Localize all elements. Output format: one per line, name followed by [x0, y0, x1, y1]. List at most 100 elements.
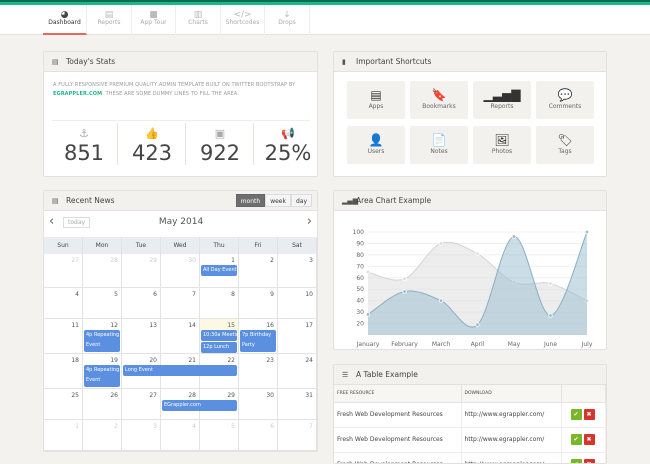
day-cell[interactable]: 29: [122, 254, 161, 288]
day-cell[interactable]: 2: [83, 420, 122, 451]
day-cell[interactable]: 6: [239, 420, 278, 451]
shortcut-users[interactable]: 👤 Users: [347, 126, 405, 164]
view-day-button[interactable]: day: [290, 194, 312, 207]
stat-item: ▣ 922: [188, 121, 252, 169]
resource-cell: Fresh Web Development Resources: [334, 452, 462, 463]
tab-app-tour[interactable]: ■ App Tour: [132, 5, 176, 35]
egrappler-link[interactable]: EGRAPPLER.COM: [53, 91, 102, 97]
data-point: [402, 276, 407, 282]
calendar-event[interactable]: Long Event: [123, 365, 237, 376]
day-cell[interactable]: 5: [83, 288, 122, 319]
shortcut-reports[interactable]: ▁▃▅▇ Reports: [473, 81, 531, 119]
day-cell[interactable]: 27: [44, 254, 83, 288]
day-cell[interactable]: 4: [161, 420, 200, 451]
shortcut-apps[interactable]: ▤ Apps: [347, 81, 405, 119]
delete-button[interactable]: ✖: [583, 434, 595, 445]
day-header: Thu: [200, 237, 239, 254]
day-cell[interactable]: 10: [278, 288, 317, 319]
view-week-button[interactable]: week: [265, 194, 291, 207]
day-cell[interactable]: 4: [44, 288, 83, 319]
day-cell[interactable]: 3: [278, 254, 317, 288]
arrow-down-icon: ↓: [283, 10, 291, 20]
approve-button[interactable]: ✔: [570, 409, 582, 420]
user-icon: 👤: [368, 133, 384, 147]
tab-drops[interactable]: ↓ Drops: [266, 5, 310, 35]
dashboard-icon: ◕: [60, 10, 69, 20]
shortcut-notes[interactable]: 📄 Notes: [410, 126, 468, 164]
calendar-header: ▤ Recent News month week day: [44, 191, 317, 211]
stats-title: Today's Stats: [66, 57, 116, 66]
tab-shortcodes[interactable]: </> Shortcodes: [221, 5, 265, 35]
shortcut-comments[interactable]: 💬 Comments: [536, 81, 594, 119]
day-cell[interactable]: 24: [278, 354, 317, 389]
day-cell[interactable]: 17: [278, 319, 317, 354]
day-cell[interactable]: 25: [44, 389, 83, 420]
download-cell: http://www.egrappler.com/: [461, 427, 562, 453]
calendar-event[interactable]: 12p Lunch: [201, 342, 237, 353]
divider: [185, 123, 186, 165]
day-cell[interactable]: 23: [239, 354, 278, 389]
calendar-event[interactable]: EGrappler.com: [162, 400, 237, 411]
day-cell[interactable]: 2: [239, 254, 278, 288]
shortcut-photos[interactable]: 🖼 Photos: [473, 126, 531, 164]
day-cell[interactable]: 7: [161, 288, 200, 319]
shortcut-label: Bookmarks: [422, 103, 456, 110]
stats-panel: ▤ Today's Stats A FULLY RESPONSIVE PREMIU…: [43, 51, 318, 177]
day-cell[interactable]: 9: [239, 288, 278, 319]
tab-reports[interactable]: ▤ Reports: [88, 5, 132, 35]
next-month-button[interactable]: ›: [307, 214, 312, 229]
shortcuts-header: ▮ Important Shortcuts: [334, 52, 606, 72]
list-icon: ▤: [52, 58, 59, 66]
resource-cell: Fresh Web Development Resources: [334, 427, 462, 453]
calendar-event[interactable]: 4p Repeating Event: [84, 330, 120, 352]
shortcut-label: Notes: [430, 148, 448, 155]
tab-label: Shortcodes: [225, 19, 260, 26]
day-cell[interactable]: 11: [44, 319, 83, 354]
chart-panel: ▂▄▆Area Chart Example 100 90 80 70 60 50 40 30 2…: [333, 190, 607, 350]
day-cell[interactable]: 7: [278, 420, 317, 451]
day-cell[interactable]: 31: [278, 389, 317, 420]
tab-dashboard[interactable]: ◕ Dashboard: [43, 5, 87, 35]
day-cell[interactable]: 26: [83, 389, 122, 420]
calendar-month-title: May 2014: [158, 217, 204, 227]
calendar-event[interactable]: All Day Event: [201, 265, 237, 276]
actions-cell: ✔✖: [561, 402, 606, 428]
day-cell[interactable]: 30: [239, 389, 278, 420]
approve-button[interactable]: ✔: [570, 434, 582, 445]
delete-button[interactable]: ✖: [583, 409, 595, 420]
data-point: [548, 281, 553, 286]
stat-item: 👍 423: [120, 121, 184, 169]
calendar-event[interactable]: 10:30a Meeting: [201, 330, 237, 341]
table-panel: ☰ A Table Example FREE RESOURCE DOWNLOAD …: [333, 364, 607, 464]
download-cell: http://www.egrappler.com/: [461, 402, 562, 428]
signal-icon: ▂▄▆: [342, 197, 359, 205]
data-point: [475, 251, 480, 256]
shortcut-label: Apps: [368, 103, 384, 110]
tab-charts[interactable]: ▥ Charts: [177, 5, 221, 35]
calendar-icon: ▤: [52, 197, 59, 205]
resource-cell: Fresh Web Development Resources: [334, 402, 462, 428]
day-cell[interactable]: 28: [83, 254, 122, 288]
day-cell[interactable]: 5: [200, 420, 239, 451]
day-cell[interactable]: 30: [161, 254, 200, 288]
day-cell[interactable]: 13: [122, 319, 161, 354]
shortcut-bookmarks[interactable]: 🔖 Bookmarks: [410, 81, 468, 119]
day-header: Tue: [122, 237, 161, 254]
table-header: ☰ A Table Example: [334, 365, 606, 385]
day-cell[interactable]: 18: [44, 354, 83, 389]
day-cell[interactable]: 27: [122, 389, 161, 420]
day-cell[interactable]: 14: [161, 319, 200, 354]
calendar-event[interactable]: 4p Repeating Event: [84, 365, 120, 387]
stats-intro: A FULLY RESPONSIVE PREMIUM QUALITY ADMIN…: [44, 72, 317, 99]
y-tick-label: 70: [356, 263, 364, 270]
view-month-button[interactable]: month: [235, 194, 266, 207]
shortcut-tags[interactable]: 🏷 Tags: [536, 126, 594, 164]
day-cell[interactable]: 3: [122, 420, 161, 451]
calendar-event[interactable]: 7p Birthday Party: [240, 330, 276, 352]
day-cell[interactable]: 6: [122, 288, 161, 319]
x-tick-label: June: [543, 341, 557, 348]
calendar-title: Recent News: [66, 196, 115, 205]
day-cell[interactable]: 1: [44, 420, 83, 451]
day-cell[interactable]: 8: [200, 288, 239, 319]
shortcuts-title: Important Shortcuts: [356, 57, 432, 66]
